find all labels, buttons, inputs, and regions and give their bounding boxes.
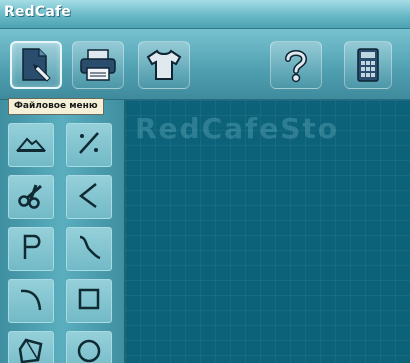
window-title: RedCafe xyxy=(4,4,72,20)
main-toolbar xyxy=(0,29,410,100)
file-menu-icon xyxy=(19,46,53,84)
help-button[interactable] xyxy=(270,41,322,89)
shirt-icon xyxy=(145,48,183,82)
mountain-shape-icon xyxy=(15,133,47,157)
tool-curve-button[interactable] xyxy=(66,227,112,271)
tool-line-button[interactable] xyxy=(66,123,112,167)
file-menu-tooltip: Файловое меню xyxy=(8,98,104,115)
printer-icon xyxy=(79,48,117,82)
print-button[interactable] xyxy=(72,41,124,89)
drawing-canvas[interactable]: RedCafeSto xyxy=(125,100,410,363)
canvas-watermark: RedCafeSto xyxy=(135,112,339,145)
tool-arc-button[interactable] xyxy=(8,279,54,323)
tool-circle-button[interactable] xyxy=(66,331,112,363)
tool-rectangle-button[interactable] xyxy=(66,279,112,323)
tool-polygon-button[interactable] xyxy=(8,331,54,363)
calculator-icon xyxy=(356,48,380,82)
circle-icon xyxy=(74,336,104,363)
arc-curve-icon xyxy=(16,284,46,318)
tool-point-button[interactable] xyxy=(8,227,54,271)
s-curve-icon xyxy=(74,232,104,266)
help-icon xyxy=(281,47,311,83)
app-window: RedCafe RedCafeSto Файловое меню xyxy=(0,0,410,363)
tool-scissors-button[interactable] xyxy=(8,175,54,219)
title-bar[interactable]: RedCafe xyxy=(0,0,410,29)
rectangle-icon xyxy=(74,284,104,318)
letter-p-icon xyxy=(16,232,46,266)
tool-mountain-button[interactable] xyxy=(8,123,54,167)
polygon-icon xyxy=(16,336,46,363)
file-menu-button[interactable] xyxy=(10,41,62,89)
calculator-button[interactable] xyxy=(344,41,392,89)
scissors-icon xyxy=(16,180,46,214)
tool-panel xyxy=(0,100,125,363)
diagonal-line-icon xyxy=(74,128,104,162)
garment-button[interactable] xyxy=(138,41,190,89)
angle-icon xyxy=(74,180,104,214)
tool-angle-button[interactable] xyxy=(66,175,112,219)
